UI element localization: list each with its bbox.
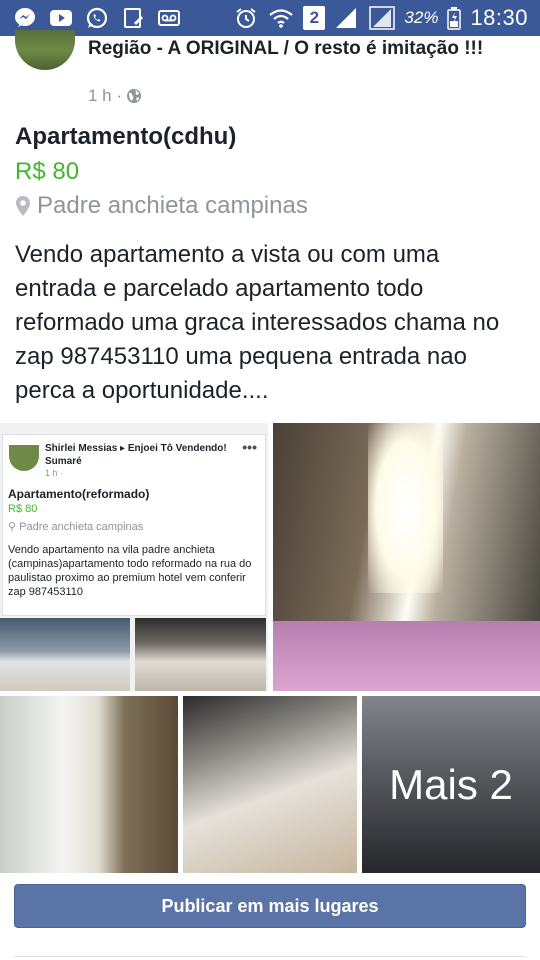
inner-title: Apartamento(reformado) xyxy=(8,487,150,501)
location-pin-icon xyxy=(16,196,30,216)
listing-photo[interactable] xyxy=(273,423,540,691)
embedded-post-screenshot: Shirlei Messias ▸ Enjoei Tô Vendendo! Su… xyxy=(2,434,266,616)
listing-location: Padre anchieta campinas xyxy=(15,192,308,220)
listing-description: Vendo apartamento a vista ou com uma ent… xyxy=(15,241,500,404)
listing-photo[interactable] xyxy=(0,696,178,873)
whatsapp-icon xyxy=(84,6,110,30)
inner-location-text: Padre anchieta campinas xyxy=(19,521,144,533)
more-options-icon: ••• xyxy=(242,439,257,455)
post-timestamp[interactable]: 1 h · xyxy=(88,86,122,106)
alarm-icon xyxy=(233,6,259,30)
inner-author: Shirlei Messias ▸ Enjoei Tô Vendendo! Su… xyxy=(45,443,227,467)
inner-location: ⚲ Padre anchieta campinas xyxy=(8,521,144,533)
clock: 18:30 xyxy=(470,5,528,30)
globe-icon xyxy=(127,89,142,103)
battery-percent: 32% xyxy=(404,8,439,27)
listing-title: Apartamento(cdhu) xyxy=(15,123,237,150)
divider xyxy=(14,956,526,957)
inner-photo xyxy=(0,618,130,691)
group-name-link[interactable]: Região - A ORIGINAL / O resto é imitação… xyxy=(88,36,508,61)
status-bar: 2 32% 18:30 xyxy=(0,0,540,36)
inner-photo xyxy=(135,618,266,691)
listing-price: R$ 80 xyxy=(15,158,80,185)
inner-timestamp: 1 h · xyxy=(45,468,64,478)
battery-icon xyxy=(447,6,462,30)
listing-photo[interactable] xyxy=(183,696,357,873)
more-photos-label[interactable]: Mais 2 xyxy=(362,696,540,873)
sim-indicator: 2 xyxy=(303,6,326,30)
post-meta: 1 h · xyxy=(88,86,142,106)
wifi-icon xyxy=(268,6,294,30)
inner-description: Vendo apartamento na vila padre anchieta… xyxy=(8,544,252,598)
group-avatar[interactable] xyxy=(15,30,75,70)
inner-price: R$ 80 xyxy=(8,503,38,515)
signal-icon xyxy=(369,6,396,30)
clipboard-icon xyxy=(120,6,146,30)
publish-more-places-button[interactable]: Publicar em mais lugares xyxy=(14,884,526,928)
messenger-icon xyxy=(12,6,38,30)
signal-icon xyxy=(334,6,360,30)
bed xyxy=(273,621,540,691)
window-light xyxy=(368,423,443,593)
youtube-icon xyxy=(48,6,74,30)
voicemail-icon xyxy=(156,6,182,30)
inner-avatar xyxy=(9,445,39,471)
location-text: Padre anchieta campinas xyxy=(37,192,308,219)
